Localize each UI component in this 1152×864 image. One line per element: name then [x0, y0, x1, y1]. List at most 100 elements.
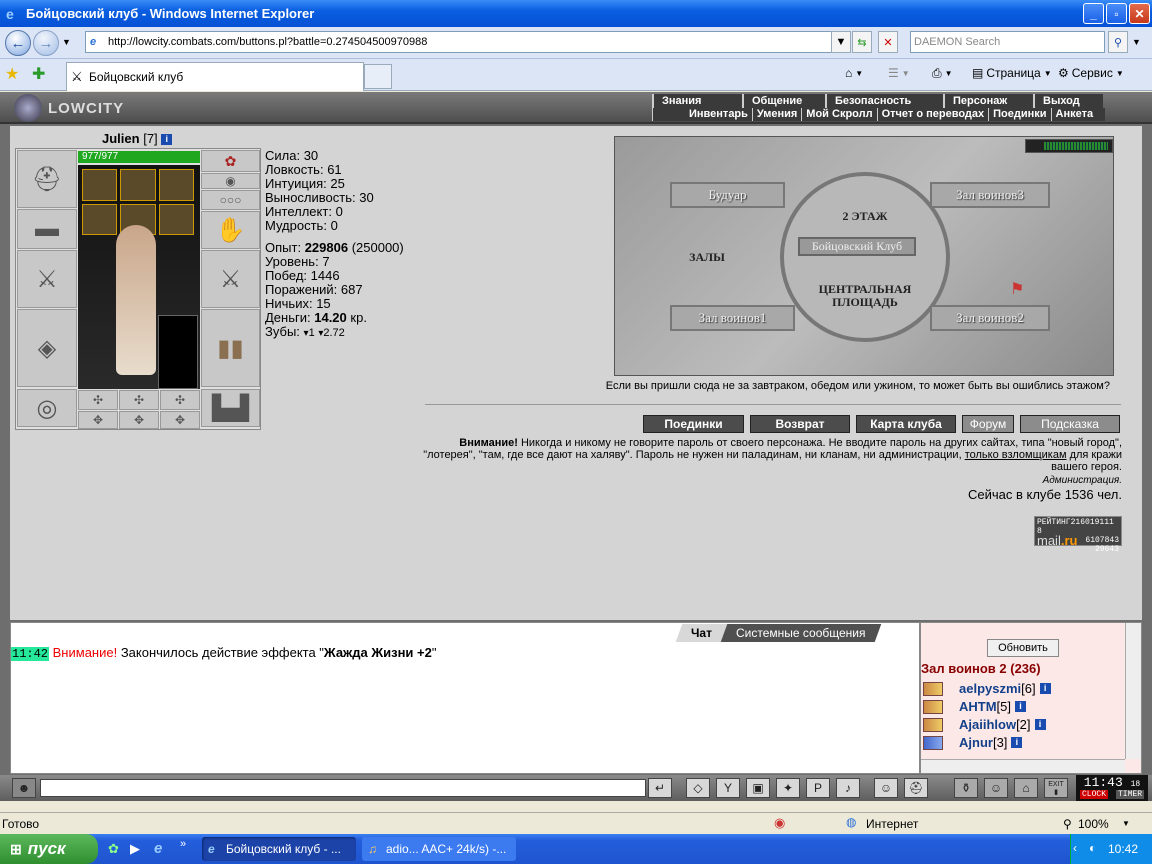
ring-slot[interactable]: ✣: [119, 390, 159, 410]
send-icon[interactable]: ↵: [648, 778, 672, 798]
fighter-icon[interactable]: ✦: [776, 778, 800, 798]
refresh-icon[interactable]: ⇆: [852, 31, 872, 53]
menu-skills[interactable]: Умения: [751, 108, 802, 121]
user-row[interactable]: aelpyszmi[6] i: [923, 681, 1051, 696]
start-button[interactable]: ⊞ пуск: [0, 834, 98, 864]
effect-icon[interactable]: [120, 169, 156, 201]
history-dropdown-icon[interactable]: ▼: [62, 37, 71, 47]
forward-button[interactable]: →: [33, 30, 59, 56]
close-button[interactable]: ✕: [1129, 3, 1150, 24]
club-map-button[interactable]: Карта клуба: [856, 415, 956, 433]
return-button[interactable]: Возврат: [750, 415, 850, 433]
info-icon[interactable]: i: [1039, 683, 1051, 694]
gloves-slot[interactable]: ✋: [201, 211, 260, 249]
weapon-left-slot[interactable]: ⚔: [17, 250, 77, 308]
feeds-button[interactable]: ☰ ▼: [888, 66, 910, 80]
minimize-button[interactable]: _: [1083, 3, 1104, 24]
zoom-level[interactable]: 100%: [1078, 817, 1109, 831]
zoom-dropdown-icon[interactable]: ▼: [1122, 819, 1130, 828]
user-row[interactable]: Ajnur[3] i: [923, 735, 1023, 750]
room-hall-2[interactable]: Зал воинов2: [930, 305, 1050, 331]
menu-transfer-report[interactable]: Отчет о переводах: [876, 108, 989, 121]
boots-slot[interactable]: ▙▟: [201, 389, 260, 427]
tab-fight-club[interactable]: ⚔ Бойцовский клуб: [66, 62, 364, 91]
effect-icon[interactable]: [158, 169, 194, 201]
chat-input[interactable]: [40, 779, 646, 797]
character-icon[interactable]: ☺: [984, 778, 1008, 798]
more-icon[interactable]: »: [180, 838, 186, 850]
halls-label[interactable]: ЗАЛЫ: [677, 250, 737, 265]
chat-head-icon[interactable]: ☻: [12, 778, 36, 798]
room-hall-1[interactable]: Зал воинов1: [670, 305, 795, 331]
ring-slot[interactable]: ✣: [78, 390, 118, 410]
inventory-icon[interactable]: ⚱: [954, 778, 978, 798]
search-icon[interactable]: ⚲: [1108, 31, 1128, 53]
users-horizontal-scrollbar[interactable]: [921, 759, 1125, 773]
amulet-slot[interactable]: ◉: [201, 173, 260, 189]
info-icon[interactable]: i: [1034, 719, 1046, 730]
user-row[interactable]: Ajaiihlow[2] i: [923, 717, 1046, 732]
tray-clock[interactable]: 10:42: [1108, 842, 1138, 856]
menu-character[interactable]: Персонаж: [943, 94, 1033, 108]
tray-expand-icon[interactable]: ‹: [1073, 841, 1077, 855]
room-boudoir[interactable]: Будуар: [670, 182, 785, 208]
address-dropdown-button[interactable]: ▼: [831, 31, 851, 53]
fights-button[interactable]: Поединки: [643, 415, 744, 433]
users-vertical-scrollbar[interactable]: [1125, 623, 1141, 759]
rune-slot[interactable]: ✥: [160, 411, 200, 429]
menu-inventory[interactable]: Инвентарь: [652, 108, 752, 121]
hint-button[interactable]: Подсказка: [1020, 415, 1120, 433]
user-name[interactable]: aelpyszmi: [959, 681, 1021, 696]
legs-slot[interactable]: ▮▮: [201, 309, 260, 387]
maximize-button[interactable]: ▫: [1106, 3, 1127, 24]
media-player-icon[interactable]: ▶: [130, 841, 140, 857]
print-button[interactable]: ⎙ ▼: [932, 66, 953, 81]
belt-slot[interactable]: ◎: [17, 389, 77, 427]
filter-icon[interactable]: Y: [716, 778, 740, 798]
armor-slot[interactable]: ◈: [17, 309, 77, 387]
user-name[interactable]: Ajaiihlow: [959, 717, 1016, 732]
save-icon[interactable]: ▣: [746, 778, 770, 798]
central-square-label[interactable]: ЦЕНТРАЛЬНАЯ ПЛОЩАДЬ: [810, 283, 920, 309]
menu-exit[interactable]: Выход: [1033, 94, 1103, 108]
menu-security[interactable]: Безопасность: [825, 94, 943, 108]
search-options-icon[interactable]: ▼: [1132, 37, 1141, 47]
helmet-slot[interactable]: ⛑: [17, 150, 77, 208]
mail-ru-rating-counter[interactable]: РЕЙТИНГ216019111 8 mail.ru 6107843 29643: [1034, 516, 1122, 554]
room-hall-3[interactable]: Зал воинов3: [930, 182, 1050, 208]
stop-icon[interactable]: ✕: [878, 31, 898, 53]
eraser-icon[interactable]: ◇: [686, 778, 710, 798]
refresh-button[interactable]: Обновить: [987, 639, 1059, 657]
ring-slot[interactable]: ✣: [160, 390, 200, 410]
network-icon[interactable]: ◐: [1089, 841, 1096, 855]
floor-2-label[interactable]: 2 ЭТАЖ: [815, 209, 915, 224]
tools-menu[interactable]: ⚙ Сервис ▼: [1058, 66, 1124, 80]
bracers-slot[interactable]: ▬: [17, 209, 77, 249]
user-row[interactable]: AHTM[5] i: [923, 699, 1027, 714]
menu-fights[interactable]: Поединки: [988, 108, 1051, 121]
info-icon[interactable]: i: [161, 134, 173, 146]
search-input[interactable]: DAEMON Search: [910, 31, 1105, 53]
character-name[interactable]: Julien [7] i: [102, 131, 173, 146]
sound-icon[interactable]: ♪: [836, 778, 860, 798]
helmet-icon[interactable]: ⛑: [904, 778, 928, 798]
tab-chat[interactable]: Чат: [675, 624, 728, 642]
fight-club-button[interactable]: Бойцовский Клуб: [798, 237, 916, 256]
privacy-icon[interactable]: ◉: [774, 815, 785, 831]
user-name[interactable]: AHTM: [959, 699, 997, 714]
tab-system-messages[interactable]: Системные сообщения: [720, 624, 881, 642]
page-menu[interactable]: ▤ Страница ▼: [972, 66, 1052, 80]
exit-icon[interactable]: EXIT ▮: [1044, 778, 1068, 798]
menu-profile[interactable]: Анкета: [1050, 108, 1106, 121]
effect-icon[interactable]: [82, 203, 118, 235]
ie-quicklaunch-icon[interactable]: e: [154, 840, 162, 857]
earrings-slot[interactable]: ✿: [201, 150, 260, 172]
smiley-icon[interactable]: ☺: [874, 778, 898, 798]
info-icon[interactable]: i: [1011, 737, 1023, 748]
private-icon[interactable]: P: [806, 778, 830, 798]
add-favorite-icon[interactable]: ✚: [32, 64, 45, 84]
character-doll[interactable]: [78, 165, 200, 389]
rings-slot[interactable]: ○○○: [201, 190, 260, 210]
menu-communication[interactable]: Общение: [742, 94, 825, 108]
forum-button[interactable]: Форум: [962, 415, 1014, 433]
